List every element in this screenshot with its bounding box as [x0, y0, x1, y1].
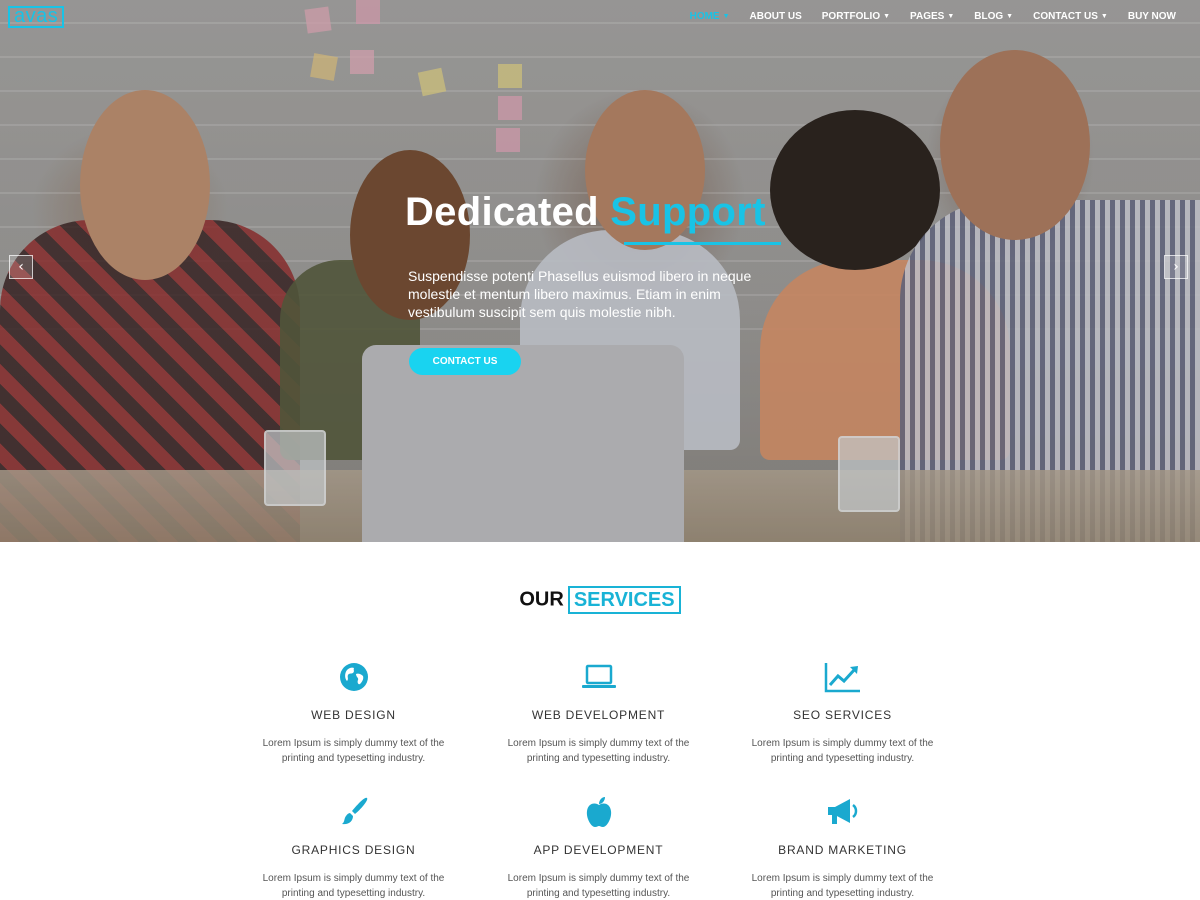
- nav-item-label: PORTFOLIO: [821, 11, 881, 22]
- nav-item-portfolio[interactable]: PORTFOLIO ▼: [812, 10, 900, 24]
- service-description: Lorem Ipsum is simply dummy text of the …: [507, 738, 690, 764]
- nav-item-home[interactable]: HOME ▼: [680, 10, 740, 24]
- nav-item-label: BLOG: [974, 11, 1004, 22]
- hero-title-plain: Dedicated: [405, 190, 599, 234]
- service-title: APP DEVELOPMENT: [533, 843, 664, 857]
- service-seo-services: SEO SERVICES Lorem Ipsum is simply dummy…: [720, 660, 965, 766]
- laptop-icon: [476, 660, 721, 694]
- site-logo[interactable]: avas: [8, 6, 65, 28]
- caret-down-icon: ▼: [883, 13, 891, 20]
- line-chart-icon: [720, 660, 965, 694]
- service-title: WEB DESIGN: [311, 708, 396, 722]
- service-web-design: WEB DESIGN Lorem Ipsum is simply dummy t…: [231, 660, 476, 766]
- service-title: SEO SERVICES: [793, 708, 892, 722]
- nav-item-buy-now[interactable]: BUY NOW: [1118, 10, 1186, 24]
- chevron-right-icon: ›: [1173, 259, 1179, 275]
- slider-next-button[interactable]: ›: [1164, 255, 1188, 279]
- nav-item-label: HOME: [689, 11, 720, 22]
- service-title: WEB DEVELOPMENT: [531, 708, 666, 722]
- nav-item-about-us[interactable]: ABOUT US: [740, 10, 812, 24]
- hero-title-underline: [624, 242, 781, 245]
- service-brand-marketing: BRAND MARKETING Lorem Ipsum is simply du…: [720, 795, 965, 900]
- hero-title-accent: Support: [610, 190, 766, 234]
- chevron-left-icon: ‹: [18, 259, 24, 275]
- nav-item-pages[interactable]: PAGES ▼: [900, 10, 964, 24]
- caret-down-icon: ▼: [947, 13, 955, 20]
- service-title: GRAPHICS DESIGN: [291, 843, 416, 857]
- nav-item-blog[interactable]: BLOG ▼: [964, 10, 1023, 24]
- slider-prev-button[interactable]: ‹: [9, 255, 33, 279]
- nav-item-contact-us[interactable]: CONTACT US ▼: [1023, 10, 1118, 24]
- service-app-development: APP DEVELOPMENT Lorem Ipsum is simply du…: [476, 795, 721, 900]
- services-heading-boxed: SERVICES: [567, 586, 681, 614]
- contact-us-button[interactable]: CONTACT US: [409, 348, 521, 375]
- megaphone-icon: [720, 795, 965, 829]
- service-web-development: WEB DEVELOPMENT Lorem Ipsum is simply du…: [476, 660, 721, 766]
- services-heading-plain: OUR: [519, 588, 564, 611]
- brush-icon: [231, 795, 476, 829]
- apple-icon: [476, 795, 721, 829]
- service-title: BRAND MARKETING: [778, 843, 907, 857]
- main-nav: HOME ▼ ABOUT US PORTFOLIO ▼ PAGES ▼ BLOG ▼ C…: [680, 10, 1186, 24]
- hero-title: Dedicated Support: [405, 190, 766, 235]
- service-graphics-design: GRAPHICS DESIGN Lorem Ipsum is simply du…: [231, 795, 476, 900]
- service-description: Lorem Ipsum is simply dummy text of the …: [262, 873, 445, 899]
- nav-item-label: BUY NOW: [1127, 11, 1176, 22]
- nav-item-label: CONTACT US: [1033, 11, 1098, 22]
- service-description: Lorem Ipsum is simply dummy text of the …: [751, 738, 934, 764]
- services-heading: OUR SERVICES: [0, 586, 1200, 614]
- service-description: Lorem Ipsum is simply dummy text of the …: [262, 738, 445, 764]
- globe-icon: [231, 660, 476, 694]
- caret-down-icon: ▼: [1006, 13, 1014, 20]
- hero-description: Suspendisse potenti Phasellus euismod li…: [408, 268, 752, 320]
- service-description: Lorem Ipsum is simply dummy text of the …: [751, 873, 934, 899]
- nav-item-label: ABOUT US: [749, 11, 802, 22]
- service-description: Lorem Ipsum is simply dummy text of the …: [507, 873, 690, 899]
- caret-down-icon: ▼: [1100, 13, 1108, 20]
- nav-item-label: PAGES: [910, 11, 945, 22]
- caret-down-icon: ▼: [722, 13, 730, 20]
